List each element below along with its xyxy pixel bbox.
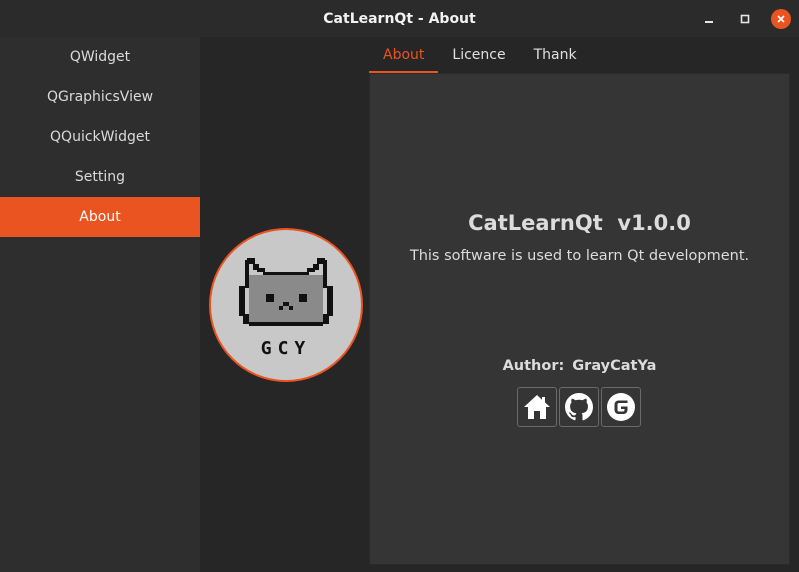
home-icon <box>524 395 550 419</box>
gitee-button[interactable] <box>601 387 641 427</box>
author-line: Author: GrayCatYa <box>370 358 789 374</box>
tab-licence[interactable]: Licence <box>438 39 519 73</box>
sidebar-item-label: QWidget <box>69 49 131 65</box>
close-button[interactable] <box>763 0 799 37</box>
minimize-button[interactable] <box>691 0 727 37</box>
window-title: CatLearnQt - About <box>323 10 476 27</box>
author-label: Author: <box>502 358 565 374</box>
maximize-icon <box>740 14 750 23</box>
tab-thank[interactable]: Thank <box>520 39 591 73</box>
maximize-button[interactable] <box>727 0 763 37</box>
sidebar-item-label: Setting <box>74 169 126 185</box>
close-icon <box>777 14 785 23</box>
sidebar-item-qgraphicsview[interactable]: QGraphicsView <box>0 77 200 117</box>
sidebar-nav: QWidget QGraphicsView QQuickWidget Setti… <box>0 37 200 572</box>
tab-about[interactable]: About <box>369 39 439 73</box>
avatar-column: GCY <box>200 37 370 572</box>
window-controls <box>691 0 799 37</box>
sidebar-item-label: QGraphicsView <box>46 89 154 105</box>
pixel-cat-icon: GCY <box>239 258 333 359</box>
tab-label: Licence <box>452 47 506 63</box>
link-buttons <box>517 387 641 427</box>
sidebar-item-qwidget[interactable]: QWidget <box>0 37 200 77</box>
tab-label: Thank <box>533 47 577 63</box>
homepage-button[interactable] <box>517 387 557 427</box>
title-bar: CatLearnQt - About <box>0 0 799 37</box>
author-name: GrayCatYa <box>572 358 657 374</box>
minimize-icon <box>705 20 713 23</box>
sidebar-item-about[interactable]: About <box>0 197 200 237</box>
gitee-icon <box>607 393 635 421</box>
tab-label: About <box>383 47 425 63</box>
sidebar-item-setting[interactable]: Setting <box>0 157 200 197</box>
app-description: This software is used to learn Qt develo… <box>409 248 750 264</box>
sidebar-item-label: QQuickWidget <box>50 129 150 145</box>
app-title: CatLearnQt v1.0.0 <box>468 211 691 235</box>
avatar: GCY <box>209 228 363 382</box>
github-button[interactable] <box>559 387 599 427</box>
sidebar-item-label: About <box>79 209 121 225</box>
sidebar-item-qquickwidget[interactable]: QQuickWidget <box>0 117 200 157</box>
avatar-text: GCY <box>261 338 312 359</box>
tab-bar: About Licence Thank <box>369 37 591 73</box>
github-icon <box>565 393 593 421</box>
about-panel: CatLearnQt v1.0.0 This software is used … <box>369 73 790 565</box>
